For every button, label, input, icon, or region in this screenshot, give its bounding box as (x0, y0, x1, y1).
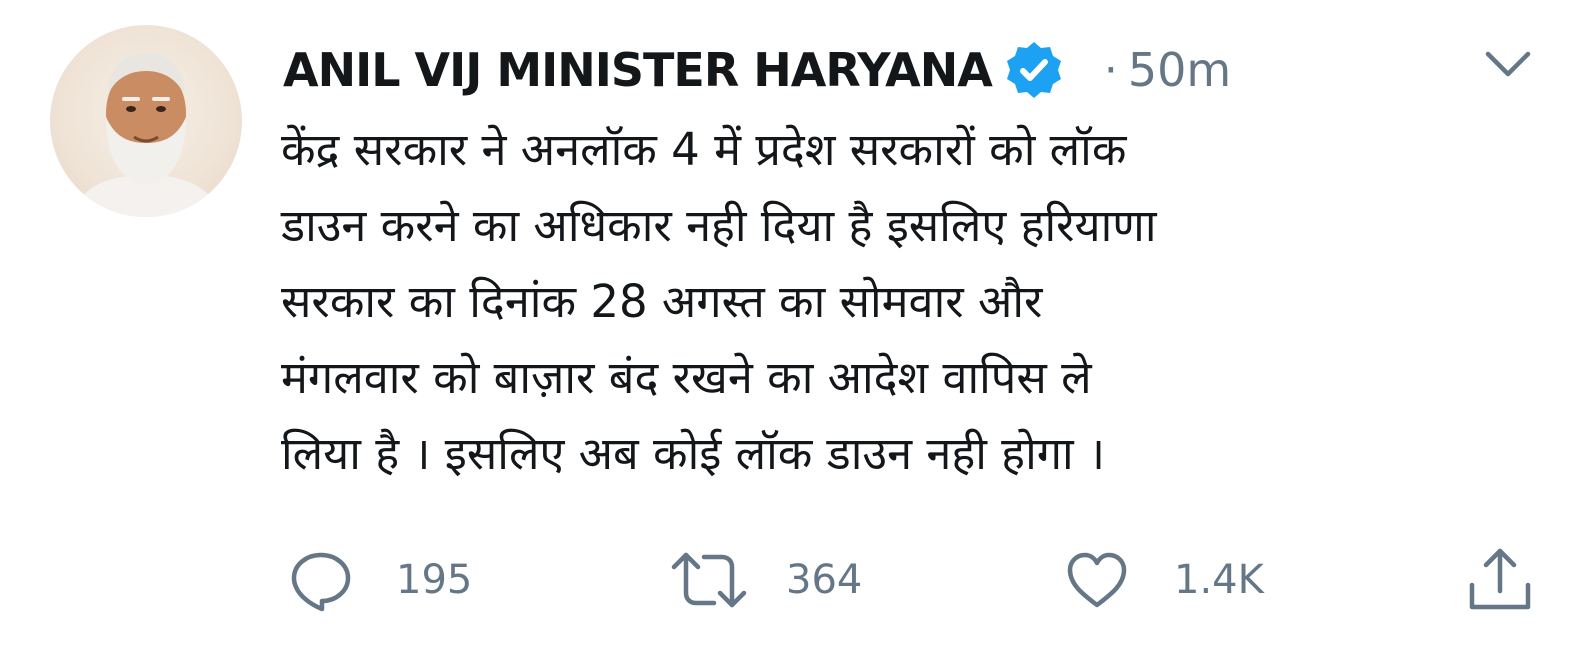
tweet-text: केंद्र सरकार ने अनलॉक 4 में प्रदेश सरकार… (281, 112, 1551, 492)
more-options-button[interactable] (1484, 50, 1532, 80)
retweet-count: 364 (786, 557, 863, 603)
share-button[interactable] (1466, 540, 1534, 620)
retweet-button[interactable]: 364 (670, 540, 862, 620)
tweet-card[interactable]: ANIL VIJ MINISTER HARYANA · 50m केंद्र स… (0, 0, 1581, 648)
chevron-down-icon (1485, 51, 1531, 77)
tweet-actions: 195 364 1.4K (0, 540, 1581, 620)
verified-badge-icon (1002, 38, 1066, 102)
tweet-text-line: मंगलवार को बाज़ार बंद रखने का आदेश वापिस… (281, 351, 1092, 404)
like-button[interactable]: 1.4K (1064, 540, 1264, 620)
reply-count: 195 (396, 557, 473, 603)
tweet-text-line: लिया है । इसलिए अब कोई लॉक डाउन नही होगा… (281, 427, 1106, 480)
tweet-timestamp[interactable]: 50m (1128, 43, 1231, 97)
heart-icon (1067, 552, 1127, 608)
tweet-header: ANIL VIJ MINISTER HARYANA · 50m (283, 38, 1231, 102)
retweet-icon (671, 552, 747, 608)
like-count: 1.4K (1174, 557, 1264, 603)
tweet-text-line: सरकार का दिनांक 28 अगस्त का सोमवार और (281, 275, 1043, 328)
reply-icon (291, 552, 351, 612)
header-separator: · (1103, 44, 1118, 96)
tweet-text-line: डाउन करने का अधिकार नही दिया है इसलिए हर… (281, 199, 1157, 252)
reply-button[interactable]: 195 (288, 540, 472, 620)
display-name[interactable]: ANIL VIJ MINISTER HARYANA (283, 43, 993, 97)
avatar[interactable] (50, 25, 242, 217)
share-icon (1469, 548, 1531, 610)
profile-photo-icon (72, 53, 220, 217)
tweet-text-line: केंद्र सरकार ने अनलॉक 4 में प्रदेश सरकार… (281, 123, 1127, 176)
